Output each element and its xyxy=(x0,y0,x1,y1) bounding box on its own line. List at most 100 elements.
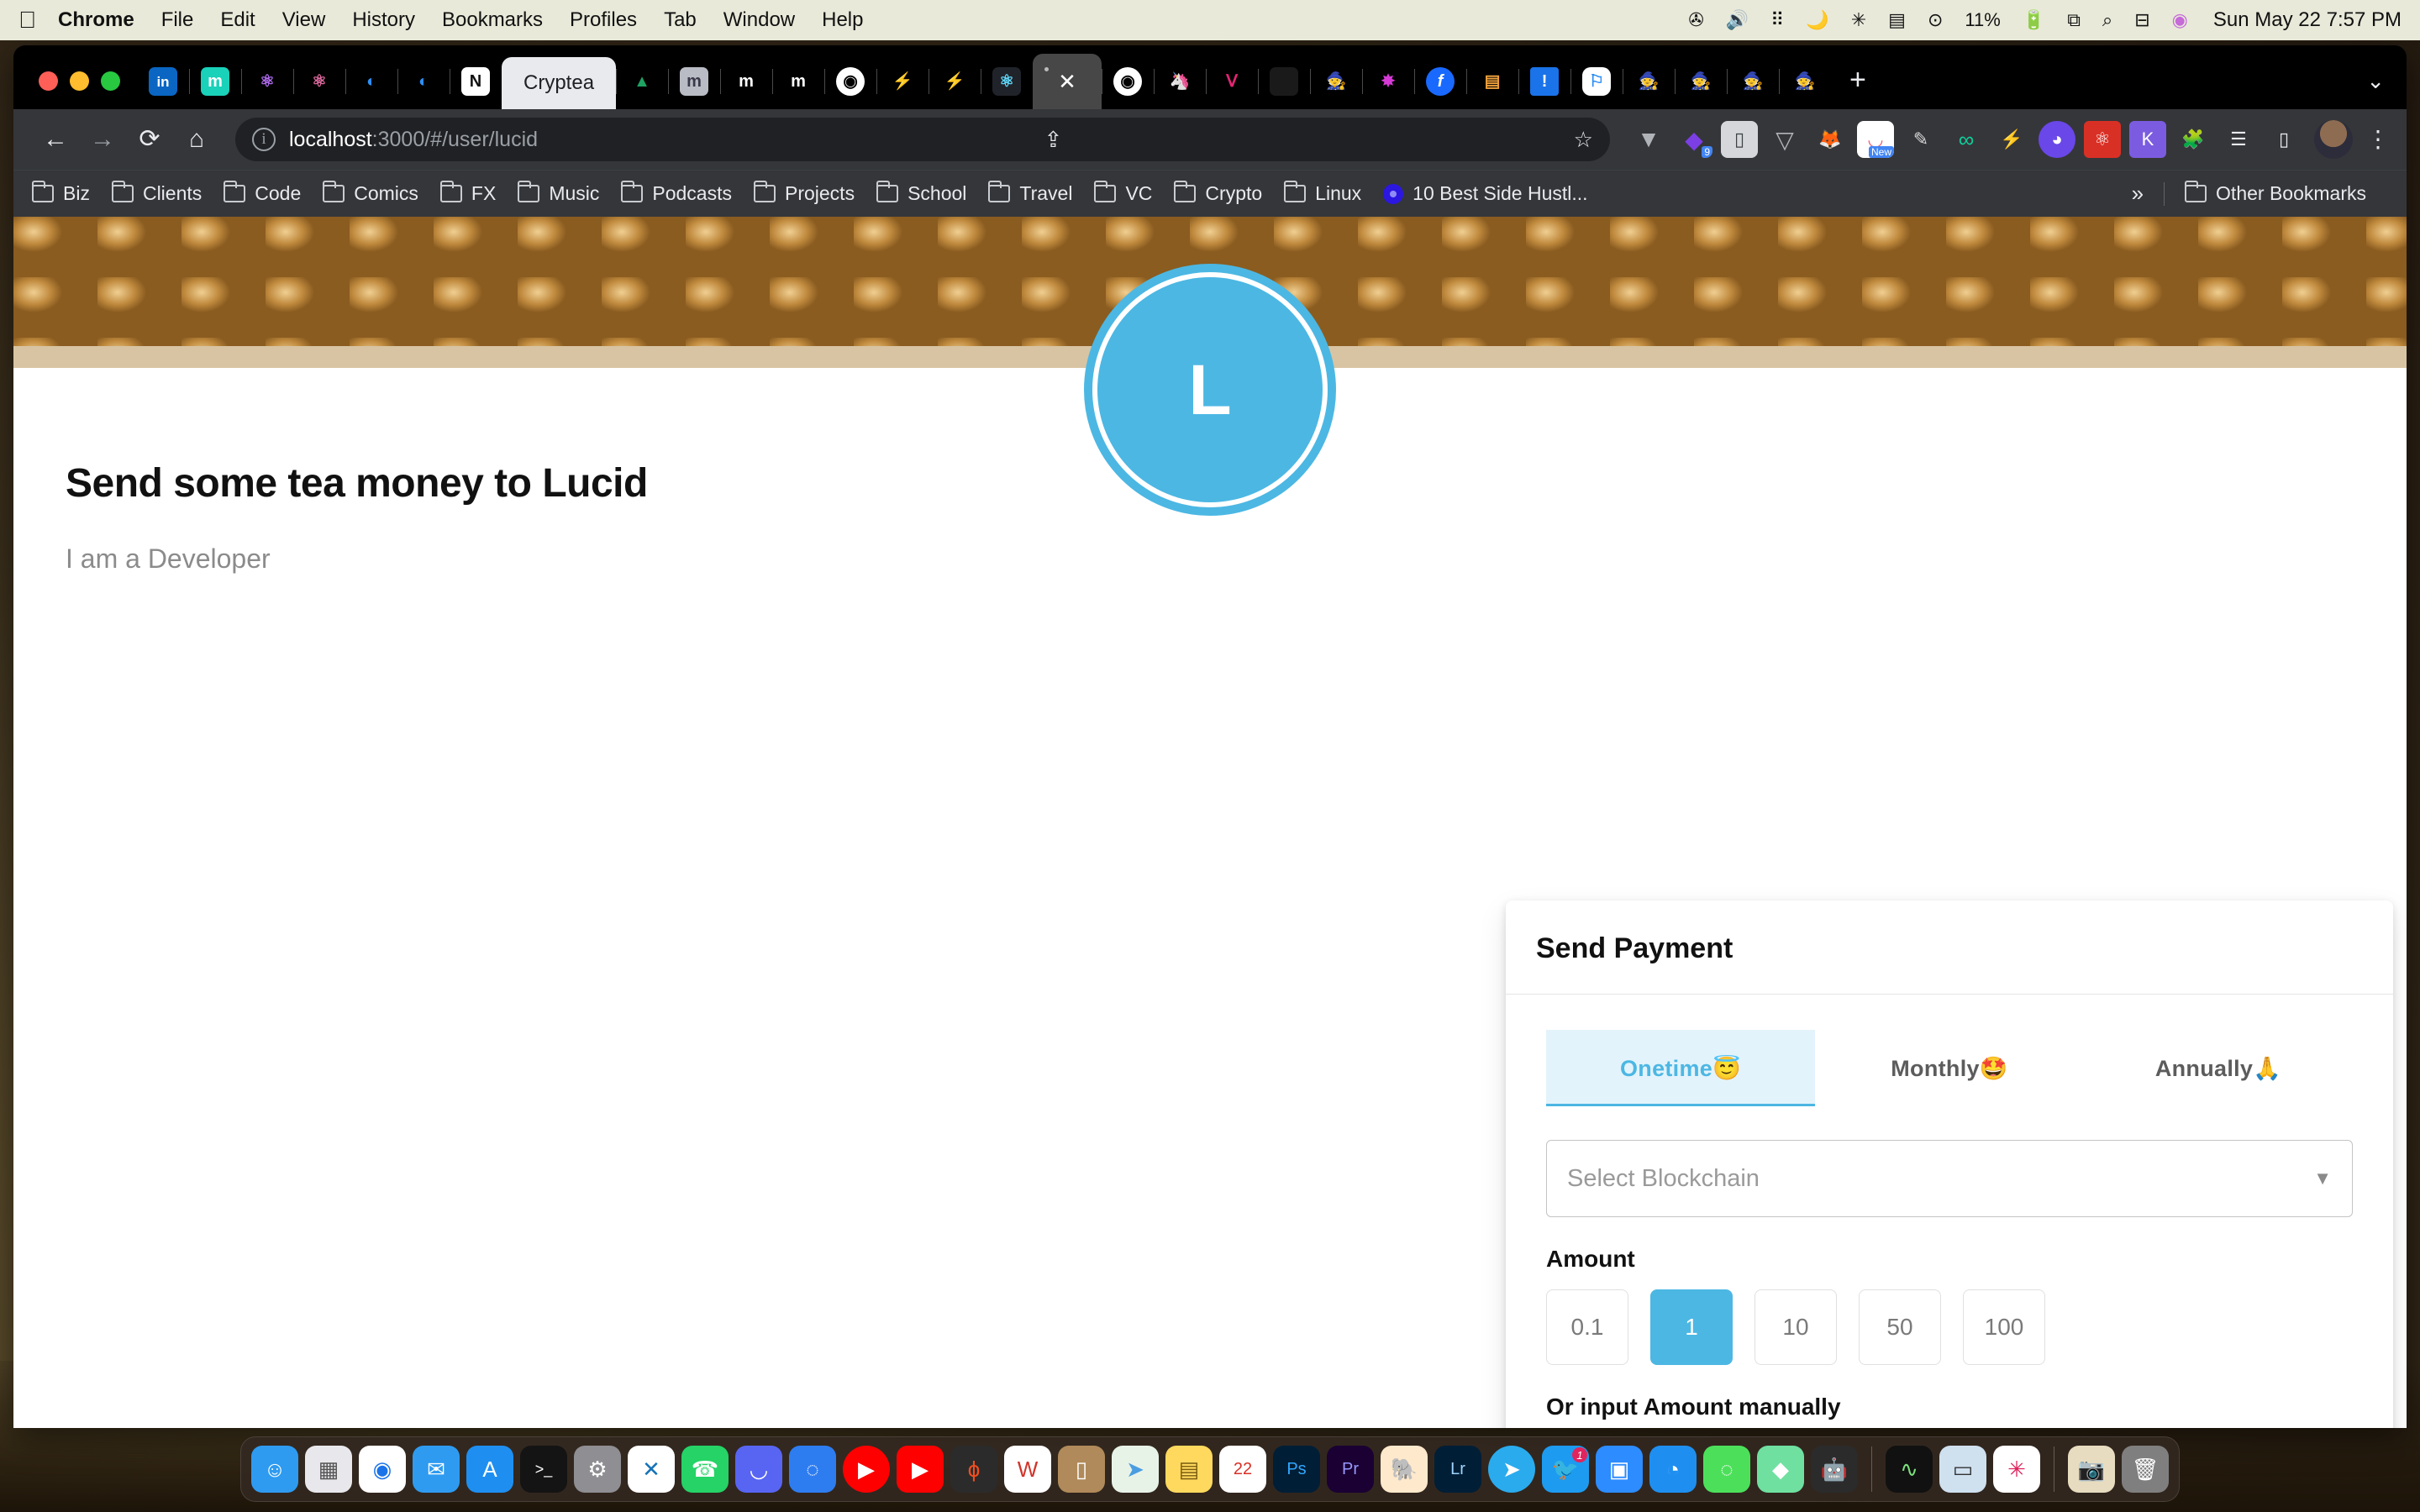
site-info-icon[interactable]: i xyxy=(252,128,276,151)
address-bar[interactable]: i localhost:3000/#/user/lucid ⇪ ☆ xyxy=(235,118,1610,161)
dock-notes[interactable]: ▤ xyxy=(1165,1446,1213,1493)
menu-item-edit[interactable]: Edit xyxy=(220,8,255,32)
tab-unicorn[interactable]: 🦄 xyxy=(1154,54,1206,109)
tab-react[interactable]: ⚛ xyxy=(981,54,1033,109)
tab-atom-a[interactable]: ⚛ xyxy=(241,54,293,109)
tab-monthly[interactable]: Monthly🤩 xyxy=(1815,1030,2084,1106)
menu-item-tab[interactable]: Tab xyxy=(664,8,697,32)
tab-supabase-b[interactable]: ⚡ xyxy=(929,54,981,109)
close-icon[interactable]: ✕ xyxy=(1058,71,1076,92)
tab-layers[interactable]: ▤ xyxy=(1466,54,1518,109)
menu-bar-clock[interactable]: Sun May 22 7:57 PM xyxy=(2213,8,2402,32)
new-tab-button[interactable]: + xyxy=(1831,66,1885,109)
battery-charging-icon[interactable]: 🔋 xyxy=(2023,9,2045,31)
dock-wallet[interactable]: ◔ xyxy=(1649,1446,1697,1493)
dock-sims[interactable]: ◆ xyxy=(1757,1446,1804,1493)
menu-item-chrome[interactable]: Chrome xyxy=(58,8,134,32)
keeper-extension-icon[interactable]: ▯ xyxy=(1721,121,1758,158)
grammarly-icon[interactable]: ✇ xyxy=(1688,9,1703,31)
volume-icon[interactable]: 🔊 xyxy=(1726,9,1749,31)
tab-mural[interactable]: m xyxy=(189,54,241,109)
pen-tool-extension-icon[interactable]: ✎ xyxy=(1902,121,1939,158)
menu-item-profiles[interactable]: Profiles xyxy=(570,8,637,32)
dock-telegram[interactable]: ➤ xyxy=(1488,1446,1535,1493)
reload-button[interactable]: ⟳ xyxy=(126,127,173,152)
dock-android-studio[interactable]: 🤖 xyxy=(1811,1446,1858,1493)
bookmark-biz[interactable]: Biz xyxy=(32,181,90,205)
dock-launchpad[interactable]: ▦ xyxy=(305,1446,352,1493)
tab-linkedin[interactable]: in xyxy=(137,54,189,109)
tab-m-1[interactable]: m xyxy=(720,54,772,109)
tab-annually[interactable]: Annually🙏 xyxy=(2084,1030,2353,1106)
side-panel-icon[interactable]: ▯ xyxy=(2265,121,2302,158)
bookmark-vc[interactable]: VC xyxy=(1094,181,1152,205)
bookmark-projects[interactable]: Projects xyxy=(753,181,855,205)
tab-blank[interactable] xyxy=(1258,54,1310,109)
vercel-extension-icon[interactable]: ▼ xyxy=(1630,121,1667,158)
vercel-deploy-extension-icon[interactable]: ▽ xyxy=(1766,121,1803,158)
share-icon[interactable]: ⇪ xyxy=(1028,127,1062,153)
tab-wizard-e[interactable]: 🧙 xyxy=(1779,54,1831,109)
dock-messages[interactable]: ◌ xyxy=(1703,1446,1750,1493)
tab-search-chevron-down-icon[interactable]: ⌄ xyxy=(2366,68,2385,94)
dock-maps[interactable]: ➤ xyxy=(1112,1446,1159,1493)
dock-signal[interactable]: ◌ xyxy=(789,1446,836,1493)
dock-lightroom[interactable]: Lr xyxy=(1434,1446,1481,1493)
metamask-snaps-extension-icon[interactable]: ∞ xyxy=(1948,121,1985,158)
dock-trash[interactable]: 🗑 xyxy=(2122,1446,2169,1493)
tab-fireworks[interactable]: ✸ xyxy=(1362,54,1414,109)
tab-wizard-d[interactable]: 🧙 xyxy=(1727,54,1779,109)
tab-coinbase-b[interactable]: ◐ xyxy=(397,54,450,109)
bookmark-code[interactable]: Code xyxy=(224,181,301,205)
bookmarks-overflow-button[interactable]: » xyxy=(2132,181,2144,207)
zoom-window-button[interactable] xyxy=(101,71,120,91)
dock-chrome[interactable]: ◉ xyxy=(359,1446,406,1493)
dock-wps-office[interactable]: W xyxy=(1004,1446,1051,1493)
tab-github-b[interactable]: ◉ xyxy=(1102,54,1154,109)
bookmark-clients[interactable]: Clients xyxy=(111,181,202,205)
menu-item-history[interactable]: History xyxy=(352,8,415,32)
screen-mirroring-icon[interactable]: ⧉ xyxy=(2067,9,2081,31)
profile-avatar[interactable] xyxy=(2314,120,2353,159)
bookmark-linux[interactable]: Linux xyxy=(1284,181,1361,205)
menu-item-view[interactable]: View xyxy=(282,8,326,32)
dock-vscode[interactable]: ✕ xyxy=(628,1446,675,1493)
tab-hovered-close[interactable]: ✕ xyxy=(1033,54,1102,109)
dock-image-capture[interactable]: ▭ xyxy=(1939,1446,1986,1493)
apple-icon[interactable]:  xyxy=(18,8,36,32)
bookmark-school[interactable]: School xyxy=(876,181,966,205)
dock-figma[interactable]: ϕ xyxy=(950,1446,997,1493)
dock-premiere[interactable]: Pr xyxy=(1327,1446,1374,1493)
tab-github-a[interactable]: ◉ xyxy=(824,54,876,109)
bookmark-side-hustles[interactable]: 10 Best Side Hustl... xyxy=(1383,182,1588,205)
amount-option-100[interactable]: 100 xyxy=(1963,1289,2045,1365)
dock-app-store[interactable]: A xyxy=(466,1446,513,1493)
bookmark-music[interactable]: Music xyxy=(518,181,599,205)
dock-finder[interactable]: ☺ xyxy=(251,1446,298,1493)
tab-app-white[interactable]: ⚐ xyxy=(1570,54,1623,109)
tab-coinbase-a[interactable]: ◐ xyxy=(345,54,397,109)
bluetooth-icon[interactable]: ✳ xyxy=(1851,9,1866,31)
tab-alert[interactable]: ! xyxy=(1518,54,1570,109)
tab-wizard-c[interactable]: 🧙 xyxy=(1675,54,1727,109)
amount-option-0-1[interactable]: 0.1 xyxy=(1546,1289,1628,1365)
input-menu-icon[interactable]: ⠿ xyxy=(1770,9,1784,31)
tab-supabase-a[interactable]: ⚡ xyxy=(876,54,929,109)
dock-zoom[interactable]: ▣ xyxy=(1596,1446,1643,1493)
forward-button[interactable]: → xyxy=(79,127,126,152)
tab-wizard-b[interactable]: 🧙 xyxy=(1623,54,1675,109)
metamask-extension-icon[interactable]: 🦊 xyxy=(1812,121,1849,158)
amount-option-1[interactable]: 1 xyxy=(1650,1289,1733,1365)
tab-mastodon[interactable]: m xyxy=(668,54,720,109)
dock-photoshop[interactable]: Ps xyxy=(1273,1446,1320,1493)
menu-item-file[interactable]: File xyxy=(161,8,194,32)
bookmark-travel[interactable]: Travel xyxy=(988,181,1072,205)
dock-calendar[interactable]: 22 xyxy=(1219,1446,1266,1493)
siri-icon[interactable]: ◉ xyxy=(2172,9,2188,31)
dock-twitter[interactable]: 🐦 1 xyxy=(1542,1446,1589,1493)
do-not-disturb-moon-icon[interactable]: 🌙 xyxy=(1806,9,1828,31)
atom-extension-icon[interactable]: ⚛ xyxy=(2084,121,2121,158)
other-bookmarks-button[interactable]: Other Bookmarks xyxy=(2185,181,2366,205)
bookmark-comics[interactable]: Comics xyxy=(323,181,418,205)
tab-cryptea-active[interactable]: Cryptea xyxy=(502,57,617,109)
